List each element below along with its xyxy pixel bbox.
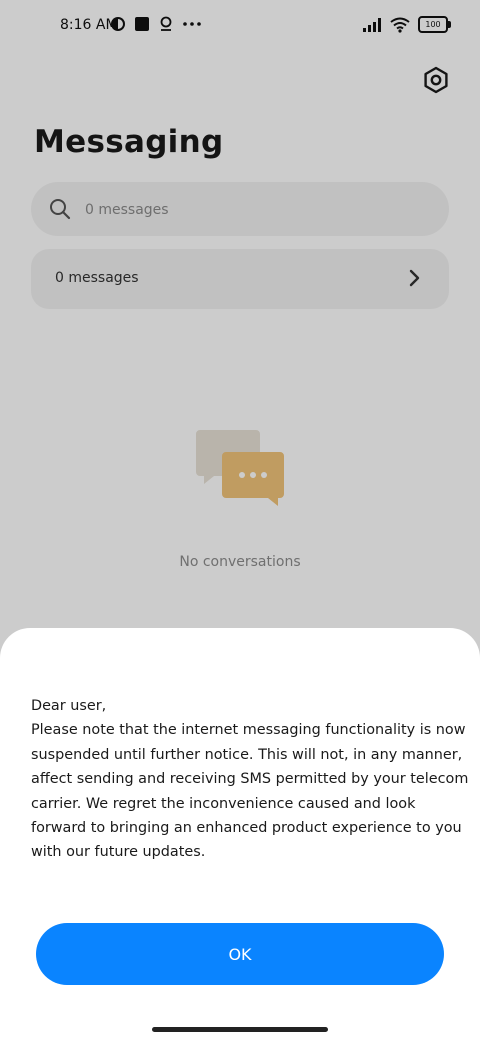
ok-button[interactable]: OK bbox=[36, 923, 444, 985]
notice-dialog: Dear user, Please note that the internet… bbox=[0, 628, 480, 1040]
home-indicator[interactable] bbox=[152, 1027, 328, 1032]
dialog-message: Dear user, Please note that the internet… bbox=[31, 698, 469, 861]
